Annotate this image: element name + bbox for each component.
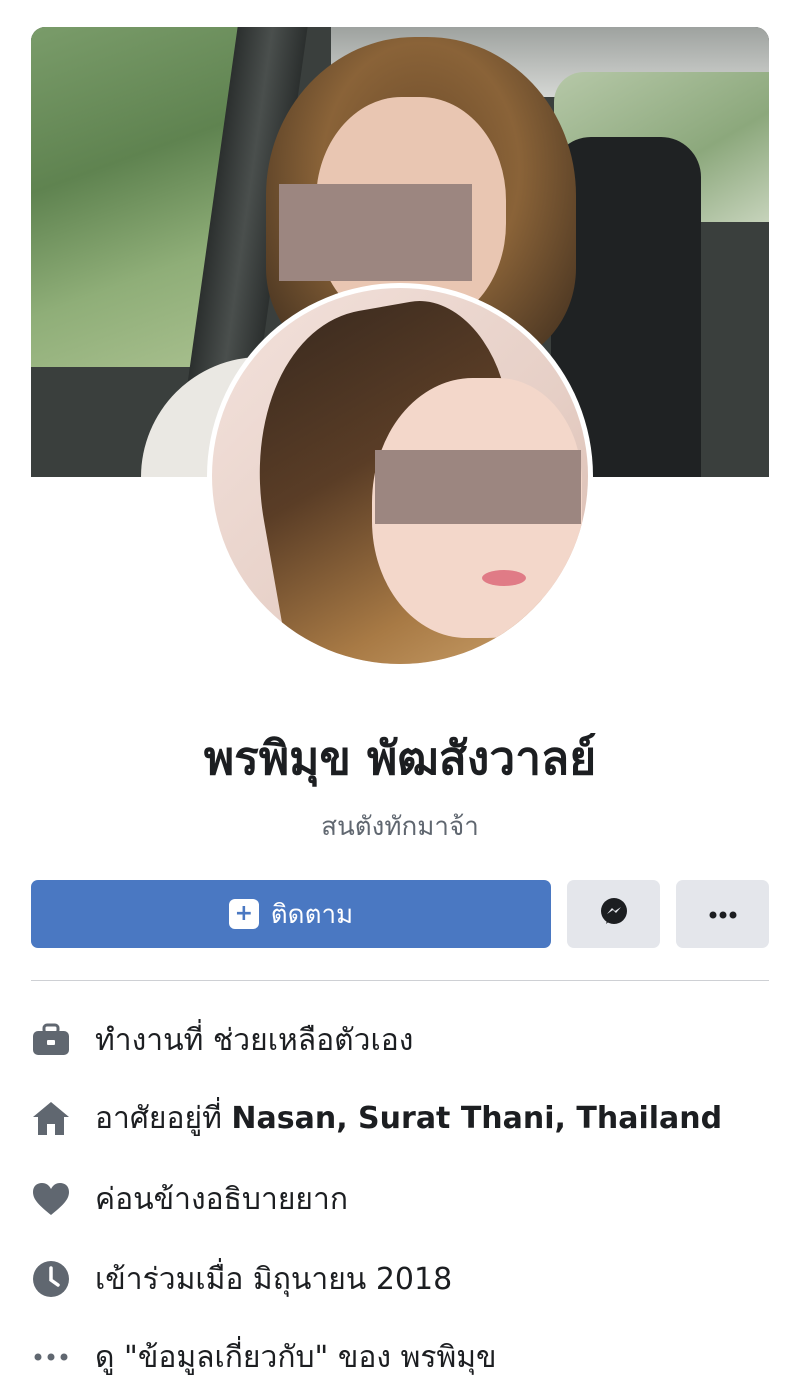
follow-button-label: ติดตาม [270, 899, 354, 930]
avatar-lips [482, 570, 526, 586]
home-icon [31, 1098, 71, 1138]
detail-location-prefix: อาศัยอยู่ที่ [95, 1100, 232, 1136]
avatar-photo [212, 288, 588, 664]
detail-relationship-text: ค่อนข้างอธิบายยาก [95, 1181, 348, 1217]
detail-relationship: ค่อนข้างอธิบายยาก [31, 1174, 771, 1224]
messenger-icon [598, 896, 630, 932]
messenger-button[interactable] [567, 880, 660, 948]
detail-location: อาศัยอยู่ที่ Nasan, Surat Thani, Thailan… [31, 1093, 771, 1143]
divider [31, 980, 769, 981]
avatar-face-blur [375, 450, 581, 524]
detail-work: ทำงานที่ ช่วยเหลือตัวเอง [31, 1015, 771, 1065]
more-button[interactable] [676, 880, 769, 948]
detail-joined: เข้าร่วมเมื่อ มิถุนายน 2018 [31, 1254, 771, 1304]
detail-location-place[interactable]: Nasan, Surat Thani, Thailand [231, 1101, 722, 1136]
detail-see-about-text[interactable]: ดู "ข้อมูลเกี่ยวกับ" ของ พรพิมุข [95, 1334, 497, 1381]
avatar[interactable] [207, 283, 593, 669]
heart-icon [31, 1179, 71, 1219]
clock-icon [31, 1259, 71, 1299]
add-follow-icon: + [228, 899, 259, 929]
detail-joined-text: เข้าร่วมเมื่อ มิถุนายน 2018 [95, 1261, 453, 1297]
profile-bio: สนตังทักมาจ้า [321, 812, 479, 842]
detail-see-about[interactable]: ดู "ข้อมูลเกี่ยวกับ" ของ พรพิมุข [31, 1332, 771, 1382]
ellipsis-icon [31, 1337, 71, 1377]
cover-face-blur [279, 184, 472, 281]
follow-button[interactable]: + ติดตาม [31, 880, 551, 948]
profile-name: พรพิมุข พัฒสังวาลย์ [203, 731, 597, 785]
briefcase-icon [31, 1020, 71, 1060]
detail-work-text: ทำงานที่ ช่วยเหลือตัวเอง [95, 1022, 414, 1058]
more-icon [708, 905, 738, 924]
